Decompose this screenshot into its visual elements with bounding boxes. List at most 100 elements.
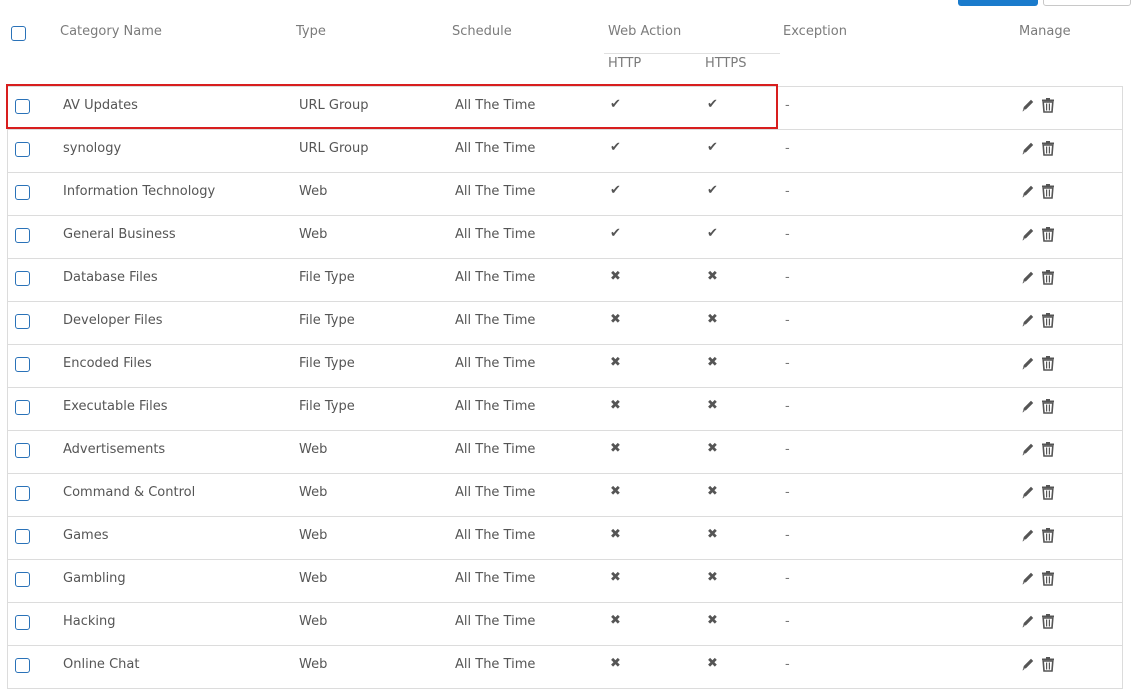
pencil-icon[interactable] [1021, 484, 1035, 500]
table-row: Encoded Files File Type All The Time ✖ ✖… [7, 345, 1123, 388]
pencil-icon[interactable] [1021, 355, 1035, 371]
pencil-icon[interactable] [1021, 226, 1035, 242]
pencil-icon[interactable] [1021, 656, 1035, 672]
http-action-icon: ✔ [610, 226, 621, 241]
manage-actions [1021, 97, 1055, 113]
trash-icon[interactable] [1041, 441, 1055, 457]
pencil-icon[interactable] [1021, 441, 1035, 457]
pencil-icon[interactable] [1021, 269, 1035, 285]
column-header-web-action: Web Action [608, 24, 682, 39]
category-type: File Type [299, 356, 355, 371]
row-checkbox[interactable] [15, 443, 30, 458]
category-name: Developer Files [63, 313, 163, 328]
category-schedule: All The Time [455, 614, 536, 629]
row-checkbox[interactable] [15, 185, 30, 200]
row-checkbox[interactable] [15, 658, 30, 673]
pencil-icon[interactable] [1021, 312, 1035, 328]
category-type: Web [299, 571, 328, 586]
row-checkbox[interactable] [15, 400, 30, 415]
pencil-icon[interactable] [1021, 527, 1035, 543]
row-checkbox[interactable] [15, 271, 30, 286]
trash-icon[interactable] [1041, 97, 1055, 113]
category-schedule: All The Time [455, 657, 536, 672]
https-action-icon: ✖ [707, 355, 718, 370]
category-name: Games [63, 528, 109, 543]
pencil-icon[interactable] [1021, 183, 1035, 199]
category-name: synology [63, 141, 122, 156]
pencil-icon[interactable] [1021, 97, 1035, 113]
manage-actions [1021, 355, 1055, 371]
category-name: Information Technology [63, 184, 216, 199]
category-type: File Type [299, 313, 355, 328]
trash-icon[interactable] [1041, 570, 1055, 586]
https-action-icon: ✖ [707, 656, 718, 671]
column-header-category-name[interactable]: Category Name [60, 24, 162, 39]
trash-icon[interactable] [1041, 355, 1055, 371]
pencil-icon[interactable] [1021, 613, 1035, 629]
trash-icon[interactable] [1041, 269, 1055, 285]
category-exception: - [785, 657, 790, 672]
http-action-icon: ✔ [610, 97, 621, 112]
http-action-icon: ✔ [610, 183, 621, 198]
row-checkbox[interactable] [15, 486, 30, 501]
https-action-icon: ✔ [707, 97, 718, 112]
trash-icon[interactable] [1041, 398, 1055, 414]
category-type: Web [299, 528, 328, 543]
category-exception: - [785, 141, 790, 156]
column-header-type[interactable]: Type [296, 24, 326, 39]
pencil-icon[interactable] [1021, 570, 1035, 586]
manage-actions [1021, 570, 1055, 586]
https-action-icon: ✔ [707, 226, 718, 241]
category-schedule: All The Time [455, 485, 536, 500]
table-row: General Business Web All The Time ✔ ✔ - [7, 216, 1123, 259]
category-type: URL Group [299, 98, 369, 113]
category-type: Web [299, 614, 328, 629]
category-schedule: All The Time [455, 98, 536, 113]
row-checkbox[interactable] [15, 572, 30, 587]
category-schedule: All The Time [455, 141, 536, 156]
https-action-icon: ✖ [707, 312, 718, 327]
trash-icon[interactable] [1041, 183, 1055, 199]
trash-icon[interactable] [1041, 226, 1055, 242]
table-row: Database Files File Type All The Time ✖ … [7, 259, 1123, 302]
https-action-icon: ✖ [707, 441, 718, 456]
category-name: Executable Files [63, 399, 168, 414]
http-action-icon: ✔ [610, 140, 621, 155]
column-header-schedule[interactable]: Schedule [452, 24, 512, 39]
trash-icon[interactable] [1041, 140, 1055, 156]
trash-icon[interactable] [1041, 613, 1055, 629]
select-all-checkbox[interactable] [11, 26, 26, 41]
category-exception: - [785, 442, 790, 457]
manage-actions [1021, 183, 1055, 199]
category-exception: - [785, 485, 790, 500]
https-action-icon: ✖ [707, 570, 718, 585]
trash-icon[interactable] [1041, 656, 1055, 672]
row-checkbox[interactable] [15, 357, 30, 372]
category-name: Advertisements [63, 442, 166, 457]
pencil-icon[interactable] [1021, 140, 1035, 156]
row-checkbox[interactable] [15, 142, 30, 157]
pencil-icon[interactable] [1021, 398, 1035, 414]
http-action-icon: ✖ [610, 484, 621, 499]
table-row: Developer Files File Type All The Time ✖… [7, 302, 1123, 345]
category-schedule: All The Time [455, 571, 536, 586]
row-checkbox[interactable] [15, 615, 30, 630]
trash-icon[interactable] [1041, 527, 1055, 543]
table-row: Games Web All The Time ✖ ✖ - [7, 517, 1123, 560]
category-exception: - [785, 227, 790, 242]
category-name: Command & Control [63, 485, 196, 500]
row-checkbox[interactable] [15, 314, 30, 329]
category-exception: - [785, 313, 790, 328]
category-schedule: All The Time [455, 270, 536, 285]
row-checkbox[interactable] [15, 99, 30, 114]
row-checkbox[interactable] [15, 228, 30, 243]
category-type: Web [299, 485, 328, 500]
trash-icon[interactable] [1041, 312, 1055, 328]
row-checkbox[interactable] [15, 529, 30, 544]
table-row: Hacking Web All The Time ✖ ✖ - [7, 603, 1123, 646]
category-schedule: All The Time [455, 356, 536, 371]
category-exception: - [785, 528, 790, 543]
category-schedule: All The Time [455, 442, 536, 457]
trash-icon[interactable] [1041, 484, 1055, 500]
manage-actions [1021, 527, 1055, 543]
